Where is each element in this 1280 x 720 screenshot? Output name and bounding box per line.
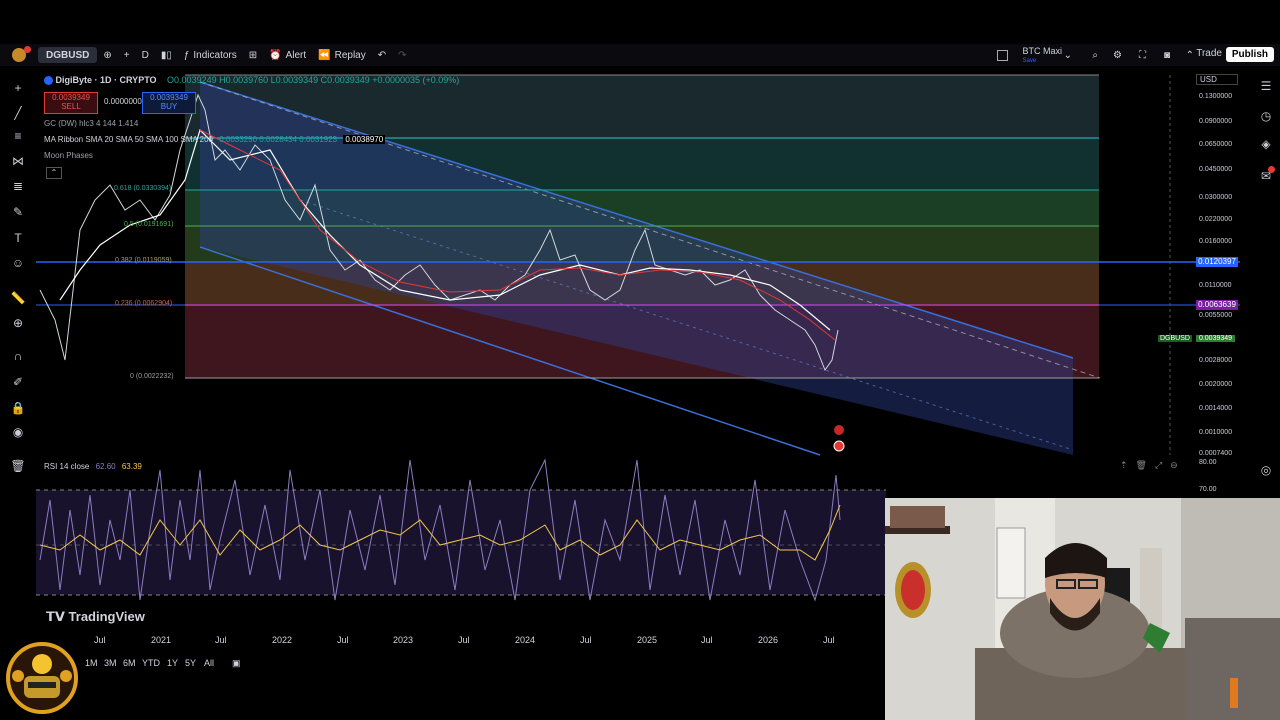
x-tick: Jul (580, 635, 592, 645)
buy-label: BUY (160, 102, 178, 111)
tradingview-logo-icon: 𝗧𝗩 (46, 609, 69, 624)
rsi-label: RSI 14 close (44, 462, 90, 471)
period-1m[interactable]: 1M (85, 658, 98, 668)
y-tick: 0.0160000 (1199, 238, 1233, 245)
indicator-ma-ribbon[interactable]: MA Ribbon SMA 20 SMA 50 SMA 100 SMA 200 … (44, 135, 386, 144)
symbol-tag-value: 0.0039349 (1195, 335, 1236, 342)
period-5y[interactable]: 5Y (185, 658, 196, 668)
fib-label-0382: 0.382 (0.0119059) (115, 257, 172, 264)
x-tick: Jul (94, 635, 106, 645)
y-tick: 0.0900000 (1199, 118, 1233, 125)
rsi-legend[interactable]: RSI 14 close 62.60 63.39 (44, 462, 142, 471)
x-tick: 2022 (272, 635, 293, 645)
indicator-ma-values: 0.0033250 0.0028434 0.0031923 (219, 135, 338, 144)
period-6m[interactable]: 6M (123, 658, 136, 668)
price-tag-blue: 0.0120397 (1196, 257, 1238, 267)
rsi-value-1: 62.60 (95, 462, 116, 471)
x-tick: Jul (458, 635, 470, 645)
x-tick: Jul (337, 635, 349, 645)
fib-label-0236: 0.236 (0.0062904) (115, 300, 173, 307)
chart-title[interactable]: DigiByte · 1D · CRYPTO (56, 75, 157, 85)
event-marker-icon (834, 425, 844, 435)
y-tick: 0.1300000 (1199, 93, 1233, 100)
collapse-legend-icon[interactable]: ⌃ (46, 167, 62, 179)
sell-button[interactable]: 0.0039349 SELL (44, 92, 98, 114)
buy-price: 0.0039349 (150, 93, 188, 102)
tradingview-watermark: 𝗧𝗩 TradingView (46, 609, 145, 625)
x-tick: 2025 (637, 635, 658, 645)
rsi-tick: 70.00 (1199, 486, 1217, 493)
sell-price: 0.0039349 (52, 93, 90, 102)
y-tick: 0.0010000 (1199, 429, 1233, 436)
indicator-ma-label: MA Ribbon SMA 20 SMA 50 SMA 100 SMA 200 (44, 135, 213, 144)
y-tick: 0.0014000 (1199, 405, 1233, 412)
x-tick: Jul (215, 635, 227, 645)
y-tick: 0.0450000 (1199, 166, 1233, 173)
webcam-overlay (885, 498, 1280, 720)
period-3m[interactable]: 3M (104, 658, 117, 668)
x-tick: 2026 (758, 635, 779, 645)
x-tick: Jul (701, 635, 713, 645)
rsi-value-2: 63.39 (121, 462, 142, 471)
fib-label-05: 0.5 (0.0191691) (124, 221, 174, 228)
channel-logo (4, 640, 80, 716)
spread-value: 0.0000000 (104, 97, 142, 106)
earnings-marker-icon (833, 440, 845, 452)
sell-label: SELL (61, 102, 81, 111)
indicator-moon-phases[interactable]: Moon Phases (44, 151, 93, 160)
indicator-gc[interactable]: GC (DW) hlc3 4 144 1.414 (44, 119, 138, 128)
fib-label-0: 0 (0.0022232) (130, 373, 174, 380)
x-tick: 2024 (515, 635, 536, 645)
indicator-ma-last: 0.0038970 (343, 135, 386, 144)
pane-controls[interactable]: ⇡🗑⤢⊖ (1120, 460, 1186, 471)
y-tick: 0.0110000 (1199, 282, 1232, 289)
coin-icon (44, 76, 53, 86)
rsi-tick: 80.00 (1199, 459, 1217, 466)
period-1y[interactable]: 1Y (167, 658, 178, 668)
chart-title-row: DigiByte · 1D · CRYPTO O0.0039249 H0.003… (44, 75, 460, 86)
period-all[interactable]: All (204, 658, 214, 668)
y-tick: 0.0300000 (1199, 194, 1233, 201)
price-tag-purple: 0.0063639 (1196, 300, 1238, 310)
x-tick: Jul (823, 635, 835, 645)
buy-button[interactable]: 0.0039349 BUY (142, 92, 196, 114)
y-tick: 0.0055000 (1199, 312, 1233, 319)
symbol-tag-name: DGBUSD (1158, 335, 1192, 342)
fib-label-0618: 0.618 (0.0330394) (114, 185, 172, 192)
period-ytd[interactable]: YTD (142, 658, 160, 668)
x-tick: 2023 (393, 635, 414, 645)
date-range-icon[interactable]: ▣ (232, 658, 241, 669)
symbol-price-tag: DGBUSD 0.0039349 (1158, 334, 1236, 344)
ohlc-values: O0.0039249 H0.0039760 L0.0039349 C0.0039… (167, 75, 460, 85)
watermark-text: TradingView (68, 609, 145, 624)
y-tick: 0.0007400 (1199, 450, 1233, 457)
currency-selector[interactable]: USD (1196, 74, 1238, 85)
x-tick: 2021 (151, 635, 172, 645)
y-tick: 0.0650000 (1199, 141, 1233, 148)
y-tick: 0.0020000 (1199, 381, 1233, 388)
y-tick: 0.0028000 (1199, 357, 1233, 364)
y-tick: 0.0220000 (1199, 216, 1233, 223)
